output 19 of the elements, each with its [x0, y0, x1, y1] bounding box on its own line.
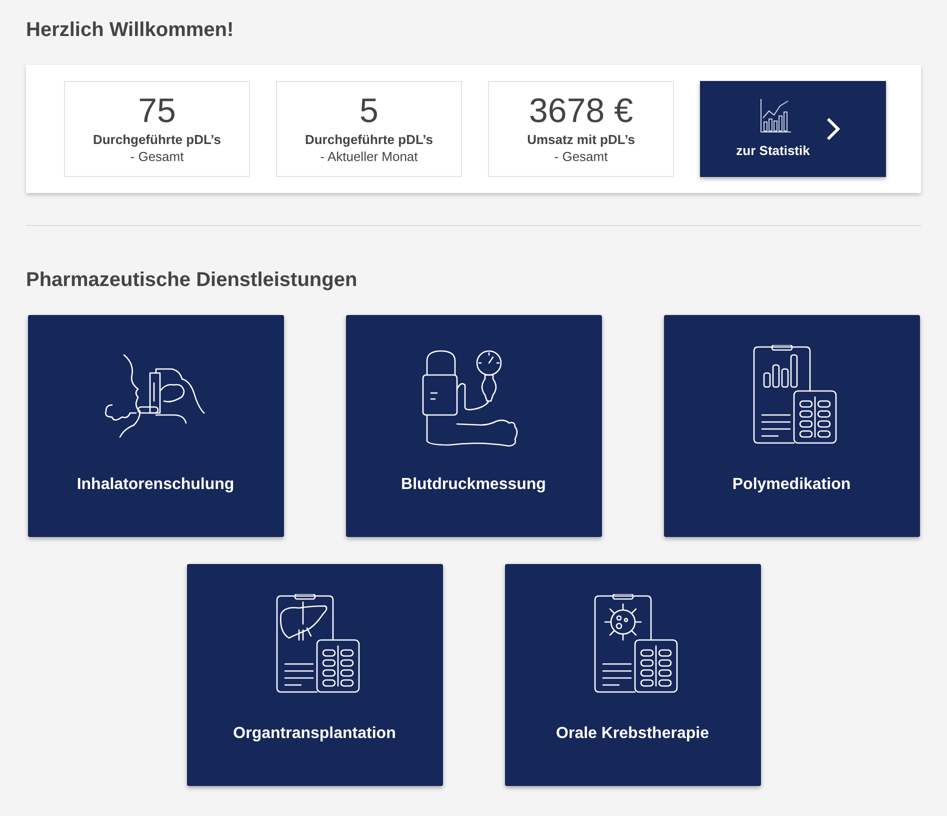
service-tile[interactable]: Organtransplantation: [186, 564, 442, 786]
chevron-right-icon: [826, 117, 840, 141]
chart-icon: [758, 98, 792, 134]
stat-label: Umsatz mit pDL’s: [527, 131, 635, 148]
stat-label: Durchgeführte pDL’s: [92, 131, 222, 148]
statistics-button[interactable]: zur Statistik: [700, 81, 886, 177]
stat-label: Durchgeführte pDL’s: [304, 131, 434, 148]
stat-sublabel: - Gesamt: [554, 148, 608, 165]
stat-value: 75: [138, 93, 176, 129]
stat-value: 5: [360, 93, 378, 129]
stat-sublabel: - Gesamt: [130, 148, 184, 165]
page-title: Herzlich Willkommen!: [26, 18, 235, 43]
service-tile[interactable]: Orale Krebstherapie: [504, 564, 760, 786]
section-title: Pharmazeutische Dienstleistungen: [26, 268, 358, 293]
service-tile[interactable]: Blutdruckmessung: [346, 315, 602, 537]
stat-sublabel: - Aktueller Monat: [320, 148, 418, 165]
service-tile[interactable]: Inhalatorenschulung: [28, 315, 284, 537]
stat-value: 3678 €: [529, 93, 633, 129]
service-tile[interactable]: Polymedikation: [664, 315, 920, 537]
